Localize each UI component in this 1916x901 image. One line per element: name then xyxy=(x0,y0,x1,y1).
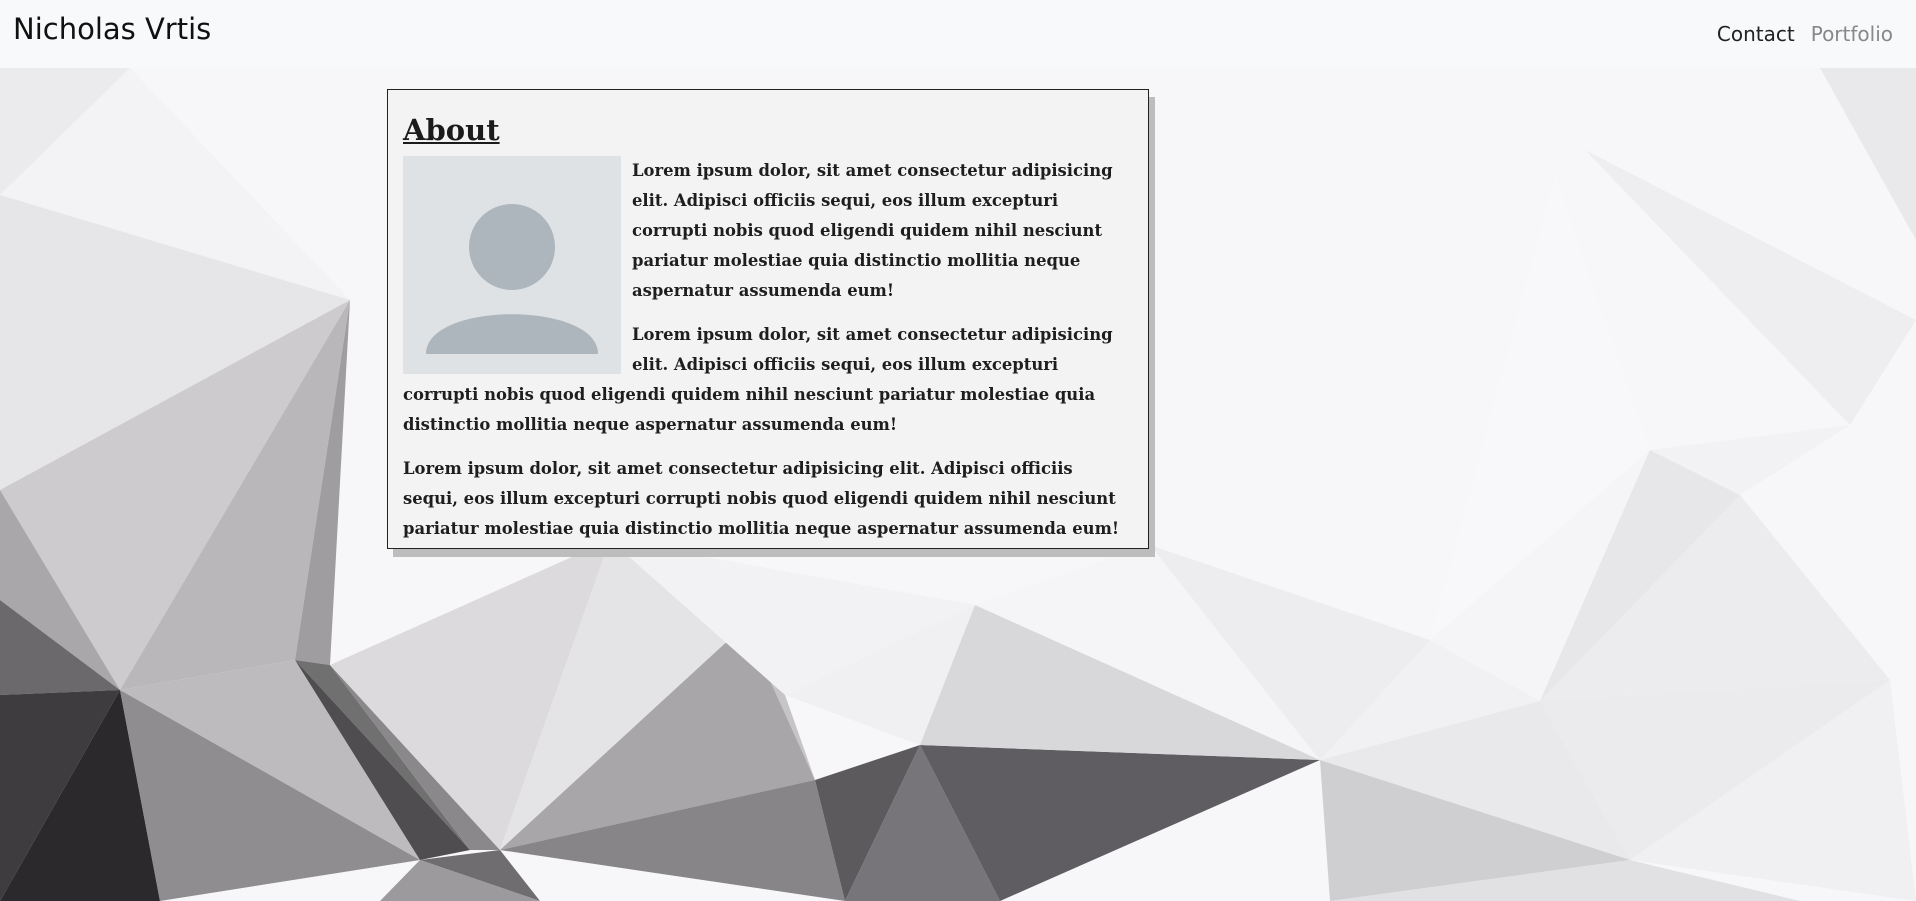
nav-link-portfolio[interactable]: Portfolio xyxy=(1811,22,1893,46)
user-silhouette-icon xyxy=(426,204,598,354)
brand-link[interactable]: Nicholas Vrtis xyxy=(13,12,211,46)
nav-link-contact[interactable]: Contact xyxy=(1717,22,1795,46)
about-paragraph-3: Lorem ipsum dolor, sit amet consectetur … xyxy=(403,459,1120,538)
nav-links: Contact Portfolio xyxy=(1717,22,1893,46)
avatar xyxy=(403,156,621,374)
about-card: About Lorem ipsum dolor, sit amet consec… xyxy=(387,89,1149,549)
about-title: About xyxy=(403,113,500,147)
top-navbar: Nicholas Vrtis Contact Portfolio xyxy=(0,0,1916,68)
